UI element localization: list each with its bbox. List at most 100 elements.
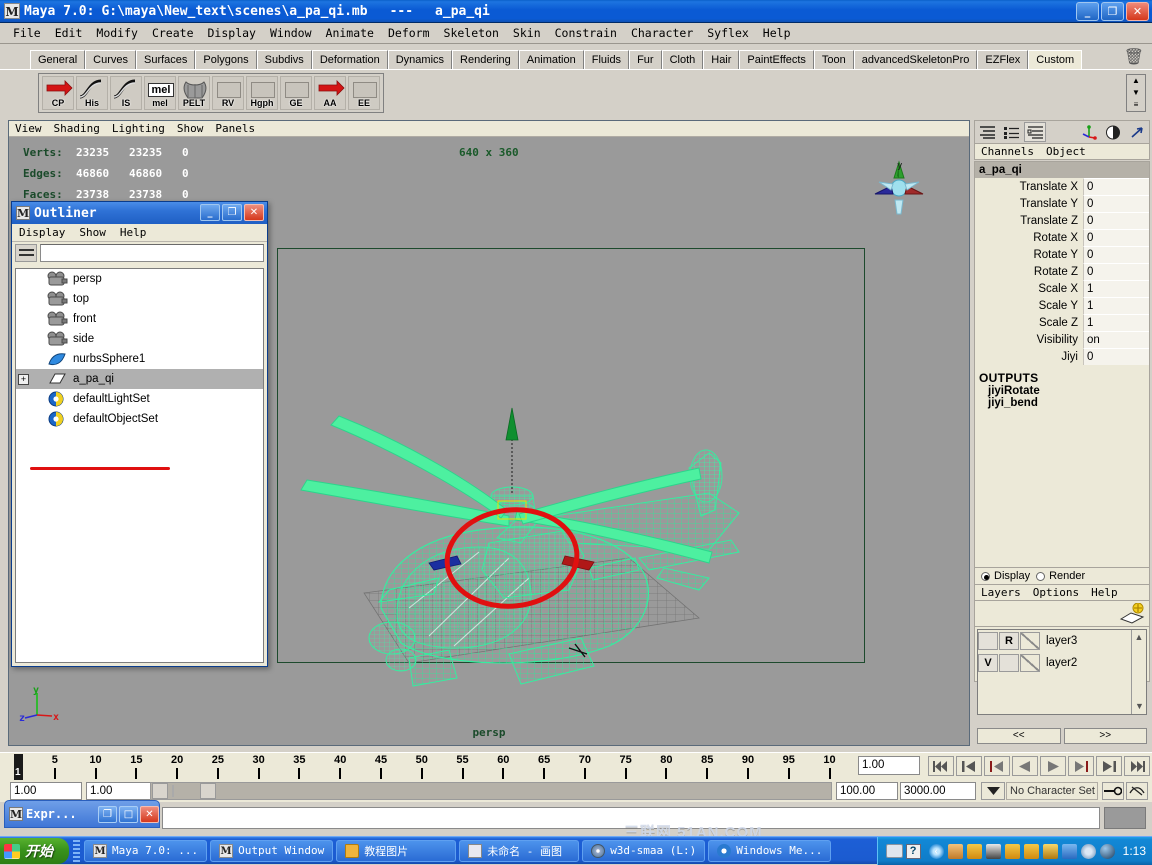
channel-layout-icon[interactable] <box>1024 122 1046 142</box>
bell-icon[interactable] <box>966 843 982 859</box>
range-start-field[interactable]: 1.00 <box>10 782 82 800</box>
channel-value-field[interactable]: 0 <box>1083 229 1149 246</box>
menu-item-create[interactable]: Create <box>145 24 201 42</box>
go-to-end-icon[interactable] <box>1124 756 1150 776</box>
layer-next-button[interactable]: >> <box>1063 728 1147 744</box>
outliner-item-a_pa_qi[interactable]: + a_pa_qi <box>16 369 263 389</box>
channel-value-field[interactable]: on <box>1083 331 1149 348</box>
shelf-tab-curves[interactable]: Curves <box>85 50 136 69</box>
viewport-menu-show[interactable]: Show <box>171 122 210 135</box>
play-forwards-icon[interactable] <box>1040 756 1066 776</box>
expression-close-button[interactable]: ✕ <box>140 805 159 823</box>
keyboard-icon[interactable] <box>885 844 903 858</box>
layer-prev-button[interactable]: << <box>977 728 1061 744</box>
channel-row[interactable]: Visibility on <box>975 331 1149 348</box>
expand-toggle-icon[interactable]: + <box>18 373 29 385</box>
outliner-item-side[interactable]: side <box>16 329 263 349</box>
restore-button[interactable]: ❐ <box>1101 2 1124 21</box>
shelf-button-ge[interactable]: GE <box>280 76 312 110</box>
layer-playback-toggle[interactable]: R <box>999 632 1019 650</box>
expression-restore-button[interactable]: ❐ <box>98 805 117 823</box>
show-hidden-icons-icon[interactable]: ‹ <box>928 843 944 859</box>
ime-help-icon[interactable]: ? <box>905 843 921 859</box>
start-button[interactable]: 开始 <box>0 838 69 864</box>
scroll-up-icon[interactable]: ▲ <box>1132 630 1146 645</box>
shelf-tab-toon[interactable]: Toon <box>813 50 854 69</box>
display-mode-radio[interactable] <box>981 571 990 581</box>
scroll-down-icon[interactable]: ▼ <box>1132 699 1146 714</box>
menu-item-help[interactable]: Help <box>756 24 798 42</box>
menu-item-file[interactable]: File <box>6 24 48 42</box>
shelf-tab-rendering[interactable]: Rendering <box>452 50 519 69</box>
layer-visibility-toggle[interactable] <box>978 632 998 650</box>
outliner-search-input[interactable] <box>40 244 264 262</box>
layer-row-layer2[interactable]: Vlayer2 <box>978 652 1146 674</box>
channel-value-field[interactable]: 0 <box>1083 348 1149 365</box>
character-set-dropdown-icon[interactable] <box>981 782 1005 800</box>
outliner-item-top[interactable]: top <box>16 289 263 309</box>
taskbar-item[interactable]: 教程图片 <box>336 839 457 862</box>
channelbox-menu-channels[interactable]: Channels <box>975 145 1040 158</box>
shading-ball-icon[interactable] <box>1102 122 1124 142</box>
outliner-item-defaultobjectset[interactable]: defaultObjectSet <box>16 409 263 429</box>
layer-list-scrollbar[interactable]: ▲ ▼ <box>1131 630 1146 714</box>
shelf-tab-hair[interactable]: Hair <box>703 50 740 69</box>
channelbox-list-icon[interactable] <box>976 122 998 142</box>
layer-list[interactable]: Rlayer3 Vlayer2 ▲ ▼ <box>977 629 1147 715</box>
menu-item-syflex[interactable]: Syflex <box>700 24 756 42</box>
menu-item-character[interactable]: Character <box>624 24 700 42</box>
layer-visibility-toggle[interactable]: V <box>978 654 998 672</box>
lock-icon[interactable] <box>1042 843 1058 859</box>
step-back-frame-icon[interactable] <box>984 756 1010 776</box>
layer-menu-help[interactable]: Help <box>1085 586 1124 599</box>
outliner-item-persp[interactable]: persp <box>16 269 263 289</box>
range-slider-left-handle[interactable] <box>152 783 168 799</box>
view-orientation-gizmo-icon[interactable]: y <box>867 156 931 220</box>
viewport-menu-lighting[interactable]: Lighting <box>106 122 171 135</box>
go-to-start-icon[interactable] <box>928 756 954 776</box>
menu-item-constrain[interactable]: Constrain <box>548 24 624 42</box>
layer-menu-layers[interactable]: Layers <box>975 586 1027 599</box>
taskbar-item[interactable]: M Maya 7.0: ... <box>84 839 208 862</box>
language-bar[interactable]: ? <box>885 843 921 859</box>
taskbar-item[interactable]: w3d-smaa (L:) <box>582 839 706 862</box>
shelf-button-his[interactable]: His <box>76 76 108 110</box>
axis-color-icon[interactable] <box>1078 122 1100 142</box>
outliner-item-defaultlightset[interactable]: defaultLightSet <box>16 389 263 409</box>
step-forward-keyframe-icon[interactable] <box>1096 756 1122 776</box>
minimize-button[interactable]: _ <box>1076 2 1099 21</box>
playback-start-field[interactable]: 100.00 <box>836 782 898 800</box>
shelf-button-pelt[interactable]: PELT <box>178 76 210 110</box>
shelf-tab-painteffects[interactable]: PaintEffects <box>739 50 814 69</box>
play-backwards-icon[interactable] <box>1012 756 1038 776</box>
outliner-restore-button[interactable]: ❐ <box>222 204 242 221</box>
layer-display-type-toggle[interactable] <box>1020 632 1040 650</box>
bell3-icon[interactable] <box>1023 843 1039 859</box>
outliner-minimize-button[interactable]: _ <box>200 204 220 221</box>
shelf-tab-deformation[interactable]: Deformation <box>311 50 388 69</box>
character-set-field[interactable]: No Character Set <box>1006 782 1098 800</box>
outliner-menu-show[interactable]: Show <box>72 226 113 239</box>
menu-item-skin[interactable]: Skin <box>506 24 548 42</box>
viewport-menu-view[interactable]: View <box>9 122 48 135</box>
network-icon[interactable] <box>1061 843 1077 859</box>
shelf-button-hgph[interactable]: Hgph <box>246 76 278 110</box>
taskbar-clock[interactable]: 1:13 <box>1123 844 1146 858</box>
shelf-tab-surfaces[interactable]: Surfaces <box>135 50 196 69</box>
output-node-jiyirotate[interactable]: jiyiRotate <box>979 385 1149 397</box>
layer-playback-toggle[interactable] <box>999 654 1019 672</box>
shelf-scroll-down-icon[interactable]: ▼ <box>1127 87 1145 99</box>
qq-icon[interactable] <box>947 843 963 859</box>
shelf-tab-subdivs[interactable]: Subdivs <box>256 50 312 69</box>
shelf-menu-icon[interactable]: ≡ <box>1127 99 1145 111</box>
channelbox-menu-object[interactable]: Object <box>1040 145 1092 158</box>
menu-item-edit[interactable]: Edit <box>48 24 90 42</box>
channel-value-field[interactable]: 1 <box>1083 280 1149 297</box>
menu-item-deform[interactable]: Deform <box>381 24 437 42</box>
attribute-list-icon[interactable] <box>1000 122 1022 142</box>
close-button[interactable]: ✕ <box>1126 2 1149 21</box>
bell2-icon[interactable] <box>1004 843 1020 859</box>
shelf-button-ee[interactable]: EE <box>348 76 380 110</box>
channel-row[interactable]: Translate Z 0 <box>975 212 1149 229</box>
channel-row[interactable]: Translate Y 0 <box>975 195 1149 212</box>
